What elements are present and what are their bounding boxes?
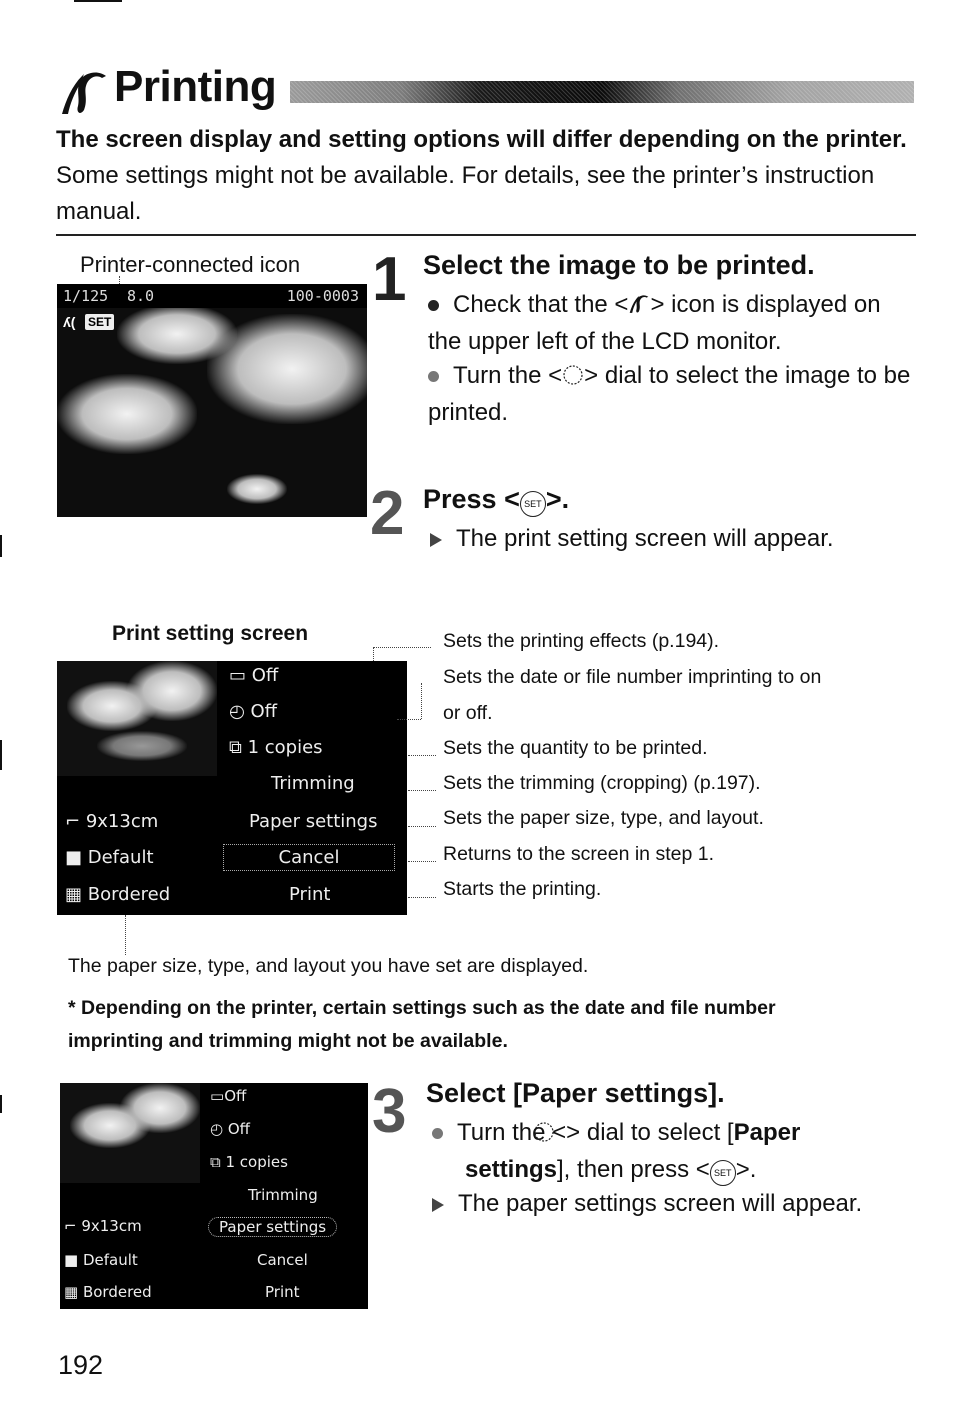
lcd-set-badge: SET (85, 314, 115, 330)
menu-print[interactable]: Print (265, 1283, 300, 1301)
step1-bullet: Turn the < > dial to select the image to … (428, 362, 911, 426)
image-thumbnail (60, 1083, 200, 1183)
step-number-3: 3 (372, 1077, 407, 1146)
scan-artifact (0, 535, 2, 557)
leader-line (373, 647, 374, 661)
paper-size-value: ⌐ 9x13cm (64, 1217, 142, 1235)
menu-trimming[interactable]: Trimming (248, 1186, 318, 1204)
layout-value: ▦ Bordered (64, 1283, 152, 1301)
leader-line (408, 755, 436, 756)
menu-copies[interactable]: ⧉ 1 copies (229, 737, 323, 758)
menu-paper-settings[interactable]: Paper settings (249, 811, 377, 832)
leader-line (408, 790, 436, 791)
scan-artifact (0, 1095, 2, 1113)
paper-settings-note: The paper size, type, and layout you hav… (68, 955, 589, 977)
leader-line (408, 826, 436, 827)
step2-heading: Press < SET >. (423, 484, 569, 517)
callout-cancel: Returns to the screen in step 1. (443, 843, 714, 865)
callout-date-imprint: Sets the date or file number imprinting … (443, 666, 822, 688)
leader-line (373, 647, 431, 648)
step3-result: The paper settings screen will appear. (432, 1187, 912, 1221)
callout-date-imprint-cont: or off. (443, 702, 493, 724)
menu-paper-settings-selected[interactable]: Paper settings (208, 1217, 338, 1237)
menu-cancel[interactable]: Cancel (223, 844, 395, 871)
callout-paper-settings: Sets the paper size, type, and layout. (443, 807, 764, 829)
bullet-icon (432, 1128, 443, 1140)
printer-icon-caption: Printer-connected icon (80, 252, 301, 277)
printer-connected-icon (628, 291, 650, 325)
step3-bullet: Turn the <> dial to select [Paper settin… (432, 1116, 912, 1187)
menu-date-imprint[interactable]: ◴ Off (210, 1120, 250, 1138)
leader-line (408, 897, 436, 898)
step1-bullet: Check that the < > icon is displayed on t… (428, 291, 881, 355)
callout-print: Starts the printing. (443, 878, 602, 900)
bullet-icon (428, 300, 439, 312)
step3-bullets: Turn the <> dial to select [Paper settin… (432, 1116, 912, 1221)
image-thumbnail (57, 661, 217, 776)
file-number: 100-0003 (286, 287, 359, 305)
intro-bold: The screen display and setting options w… (56, 126, 907, 153)
leader-line (421, 683, 422, 719)
paper-size-value: ⌐ 9x13cm (65, 811, 159, 832)
lcd-playback-screen: 1/125 8.0 100-0003 ʎ( SET (57, 284, 367, 517)
callout-effects: Sets the printing effects (p.194). (443, 630, 720, 652)
step-number-2: 2 (370, 479, 405, 548)
menu-trimming[interactable]: Trimming (271, 773, 355, 794)
page-title: Printing (114, 62, 277, 111)
bullet-icon (428, 371, 439, 383)
printer-dependency-warning: * Depending on the printer, certain sett… (68, 997, 776, 1052)
menu-copies[interactable]: ⧉ 1 copies (210, 1153, 288, 1171)
paper-type-value: ■ Default (64, 1251, 138, 1269)
step-number-1: 1 (372, 245, 407, 314)
top-crop-mark (74, 0, 122, 2)
printer-connected-icon (62, 72, 106, 114)
step1-heading: Select the image to be printed. (423, 250, 815, 280)
menu-print[interactable]: Print (289, 884, 330, 905)
result-arrow-icon (430, 532, 442, 547)
aperture-value: 8.0 (127, 287, 155, 305)
page-number: 192 (58, 1350, 104, 1380)
set-button-icon: SET (519, 491, 546, 517)
menu-effects[interactable]: ▭Off (210, 1087, 246, 1105)
lcd-printer-icon: ʎ( (63, 314, 76, 330)
step3-heading: Select [Paper settings]. (426, 1078, 725, 1108)
layout-value: ▦ Bordered (65, 884, 171, 905)
intro-text: Some settings might not be available. Fo… (56, 162, 875, 225)
leader-line (125, 915, 126, 955)
set-button-icon: SET (709, 1160, 736, 1186)
leader-line (408, 861, 436, 862)
menu-date-imprint[interactable]: ◴ Off (229, 701, 277, 722)
quick-control-dial-icon (562, 362, 584, 396)
step1-bullets: Check that the < > icon is displayed on t… (428, 288, 918, 430)
menu-effects[interactable]: ▭ Off (229, 665, 278, 686)
print-setting-screen: ▭ Off ◴ Off ⧉ 1 copies Trimming Paper se… (57, 661, 407, 915)
callout-copies: Sets the quantity to be printed. (443, 737, 708, 759)
callout-trimming: Sets the trimming (cropping) (p.197). (443, 772, 761, 794)
paper-type-value: ■ Default (65, 847, 154, 868)
intro-paragraph: The screen display and setting options w… (56, 122, 926, 230)
menu-cancel[interactable]: Cancel (257, 1251, 308, 1269)
result-arrow-icon (432, 1197, 444, 1212)
lcd-info-bar: 1/125 8.0 100-0003 (57, 284, 367, 308)
print-setting-screen-label: Print setting screen (112, 622, 309, 645)
step2-result: The print setting screen will appear. (430, 522, 834, 556)
section-divider (56, 234, 916, 236)
scan-artifact (0, 740, 2, 770)
paper-settings-selected-screen: ▭Off ◴ Off ⧉ 1 copies Trimming Paper set… (60, 1083, 368, 1309)
leader-line (397, 719, 421, 720)
shutter-speed: 1/125 (63, 287, 109, 305)
title-decorative-bar (290, 81, 914, 103)
